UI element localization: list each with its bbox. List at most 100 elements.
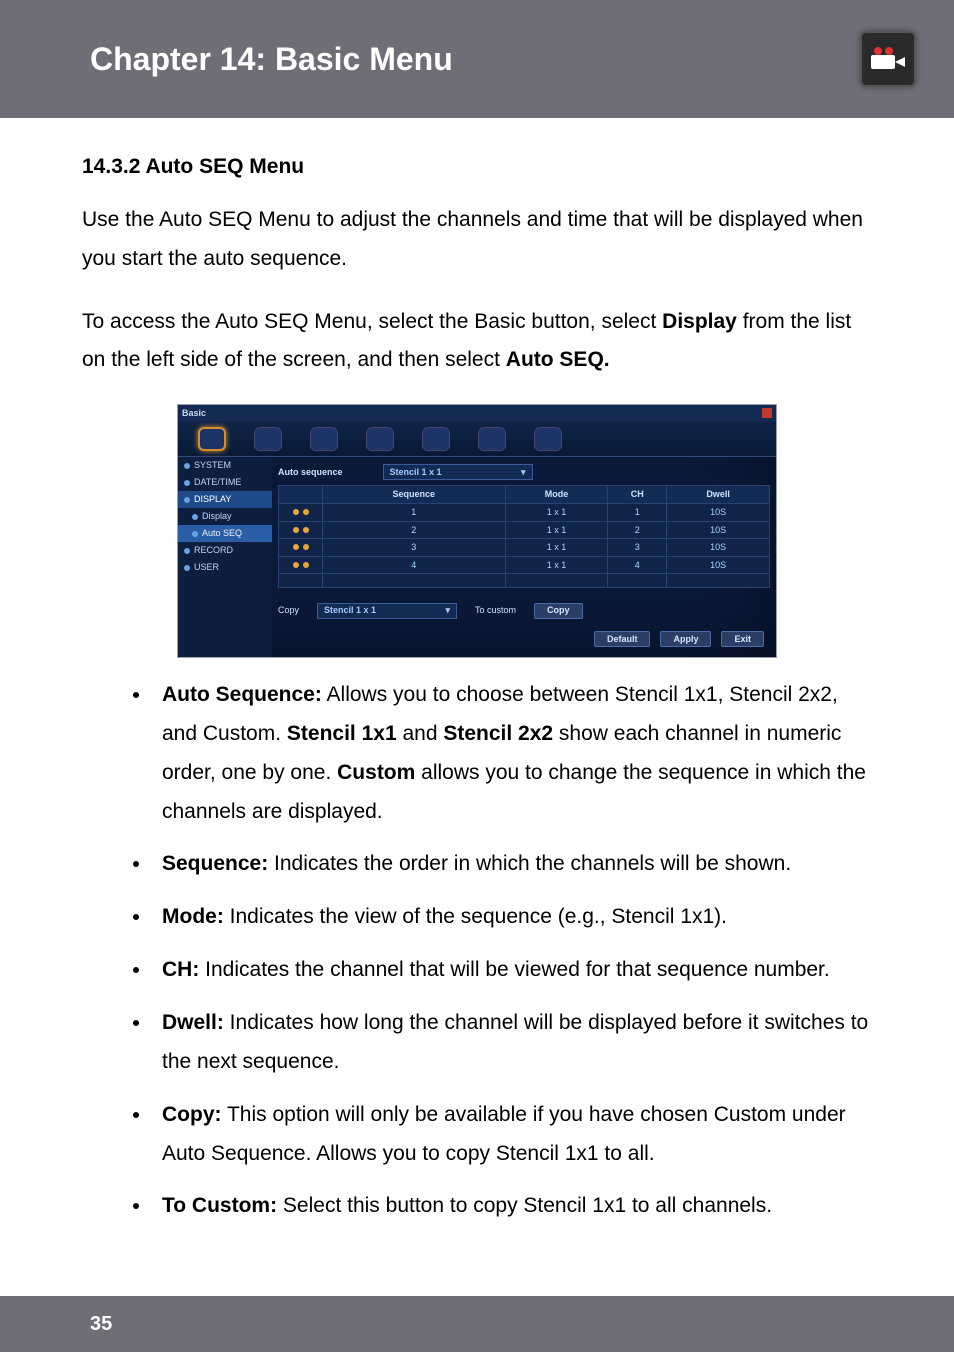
cell-ch: 4 — [608, 556, 667, 574]
table-row[interactable]: 2 1 x 1 2 10S — [279, 521, 770, 539]
list-item: Copy: This option will only be available… — [152, 1096, 872, 1174]
rest: Indicates the channel that will be viewe… — [199, 958, 829, 981]
row-controls[interactable] — [279, 539, 323, 557]
list-item: To Custom: Select this button to copy St… — [152, 1187, 872, 1226]
sidebar-item-user[interactable]: USER — [178, 559, 272, 576]
cell-ch: 2 — [608, 521, 667, 539]
close-icon[interactable] — [762, 408, 772, 418]
record-icon — [184, 548, 190, 554]
main-panel: Auto sequence Stencil 1 x 1 ▾ Sequence M… — [272, 457, 776, 657]
col-header-ch: CH — [608, 486, 667, 504]
apply-button[interactable]: Apply — [660, 631, 711, 647]
cell-mode: 1 x 1 — [505, 539, 608, 557]
row-controls[interactable] — [279, 503, 323, 521]
auto-sequence-dropdown[interactable]: Stencil 1 x 1 ▾ — [383, 464, 533, 480]
sidebar-subitem-display[interactable]: Display — [178, 508, 272, 525]
toolbar-icon-1[interactable] — [198, 427, 226, 451]
exit-button[interactable]: Exit — [721, 631, 764, 647]
window-titlebar: Basic — [178, 405, 776, 421]
auto-sequence-label: Auto sequence — [278, 464, 343, 481]
col-header-blank — [279, 486, 323, 504]
clock-icon — [184, 480, 190, 486]
bottom-controls: Copy Stencil 1 x 1 ▾ To custom Copy — [278, 602, 770, 619]
intro-paragraph-2: To access the Auto SEQ Menu, select the … — [82, 303, 872, 381]
window-toolbar — [178, 421, 776, 457]
sidebar-item-label: Display — [202, 508, 232, 525]
page-content: 14.3.2 Auto SEQ Menu Use the Auto SEQ Me… — [0, 118, 954, 1226]
term-to-custom: To Custom: — [162, 1194, 277, 1217]
toolbar-icon-2[interactable] — [254, 427, 282, 451]
intro-2-bold-autoseq: Auto SEQ. — [506, 348, 610, 371]
col-header-dwell: Dwell — [667, 486, 770, 504]
row-controls[interactable] — [279, 556, 323, 574]
table-row[interactable]: 3 1 x 1 3 10S — [279, 539, 770, 557]
rest: Indicates the view of the sequence (e.g.… — [224, 905, 727, 928]
copy-label: Copy — [278, 602, 299, 619]
cell-seq: 2 — [323, 521, 506, 539]
toolbar-icon-7[interactable] — [534, 427, 562, 451]
list-item: Sequence: Indicates the order in which t… — [152, 845, 872, 884]
list-item: CH: Indicates the channel that will be v… — [152, 951, 872, 990]
inline-bold: Custom — [337, 761, 415, 784]
cell-ch: 3 — [608, 539, 667, 557]
copy-dropdown[interactable]: Stencil 1 x 1 ▾ — [317, 603, 457, 619]
toolbar-icon-3[interactable] — [310, 427, 338, 451]
toolbar-icon-6[interactable] — [478, 427, 506, 451]
user-icon — [184, 565, 190, 571]
table-row-empty — [279, 574, 770, 588]
cell-dwell: 10S — [667, 539, 770, 557]
section-heading: 14.3.2 Auto SEQ Menu — [82, 148, 872, 187]
sidebar-item-label: DATE/TIME — [194, 474, 241, 491]
monitor-icon — [184, 497, 190, 503]
cell-seq: 4 — [323, 556, 506, 574]
cell-dwell: 10S — [667, 521, 770, 539]
cell-ch: 1 — [608, 503, 667, 521]
sidebar-item-display[interactable]: DISPLAY — [178, 491, 272, 508]
cell-mode: 1 x 1 — [505, 503, 608, 521]
definition-list: Auto Sequence: Allows you to choose betw… — [82, 676, 872, 1226]
col-header-sequence: Sequence — [323, 486, 506, 504]
table-row[interactable]: 4 1 x 1 4 10S — [279, 556, 770, 574]
term-sequence: Sequence: — [162, 852, 268, 875]
table-row[interactable]: 1 1 x 1 1 10S — [279, 503, 770, 521]
col-header-mode: Mode — [505, 486, 608, 504]
list-item: Auto Sequence: Allows you to choose betw… — [152, 676, 872, 831]
chapter-title: Chapter 14: Basic Menu — [90, 41, 453, 78]
chevron-down-icon: ▾ — [445, 602, 450, 619]
row-controls[interactable] — [279, 521, 323, 539]
sidebar-item-label: SYSTEM — [194, 457, 231, 474]
rest: Select this button to copy Stencil 1x1 t… — [277, 1194, 772, 1217]
term-ch: CH: — [162, 958, 199, 981]
cell-dwell: 10S — [667, 503, 770, 521]
term-dwell: Dwell: — [162, 1011, 224, 1034]
sidebar: SYSTEM DATE/TIME DISPLAY Display Auto SE… — [178, 457, 272, 657]
cell-mode: 1 x 1 — [505, 556, 608, 574]
toolbar-icon-5[interactable] — [422, 427, 450, 451]
cell-mode: 1 x 1 — [505, 521, 608, 539]
sidebar-item-record[interactable]: RECORD — [178, 542, 272, 559]
camera-icon — [860, 31, 916, 87]
list-item: Dwell: Indicates how long the channel wi… — [152, 1004, 872, 1082]
intro-paragraph-1: Use the Auto SEQ Menu to adjust the chan… — [82, 201, 872, 279]
window-title: Basic — [182, 405, 206, 422]
sidebar-subitem-autoseq[interactable]: Auto SEQ — [178, 525, 272, 542]
inline-bold: Stencil 1x1 — [287, 722, 397, 745]
sidebar-item-datetime[interactable]: DATE/TIME — [178, 474, 272, 491]
chapter-header: Chapter 14: Basic Menu — [0, 0, 954, 118]
auto-seq-screenshot: Basic SYSTEM DATE/TIME DISPLAY Display A… — [177, 404, 777, 658]
default-button[interactable]: Default — [594, 631, 651, 647]
intro-2-bold-display: Display — [662, 310, 737, 333]
toolbar-icon-4[interactable] — [366, 427, 394, 451]
copy-button[interactable]: Copy — [534, 603, 583, 619]
term-copy: Copy: — [162, 1103, 222, 1126]
sequence-table: Sequence Mode CH Dwell 1 1 x 1 1 10S — [278, 485, 770, 588]
cell-seq: 3 — [323, 539, 506, 557]
to-custom-label: To custom — [475, 602, 516, 619]
cell-seq: 1 — [323, 503, 506, 521]
intro-2a: To access the Auto SEQ Menu, select the … — [82, 310, 662, 333]
sidebar-item-label: RECORD — [194, 542, 233, 559]
sidebar-item-label: USER — [194, 559, 219, 576]
page-number: 35 — [90, 1313, 112, 1336]
term-mode: Mode: — [162, 905, 224, 928]
sidebar-item-system[interactable]: SYSTEM — [178, 457, 272, 474]
